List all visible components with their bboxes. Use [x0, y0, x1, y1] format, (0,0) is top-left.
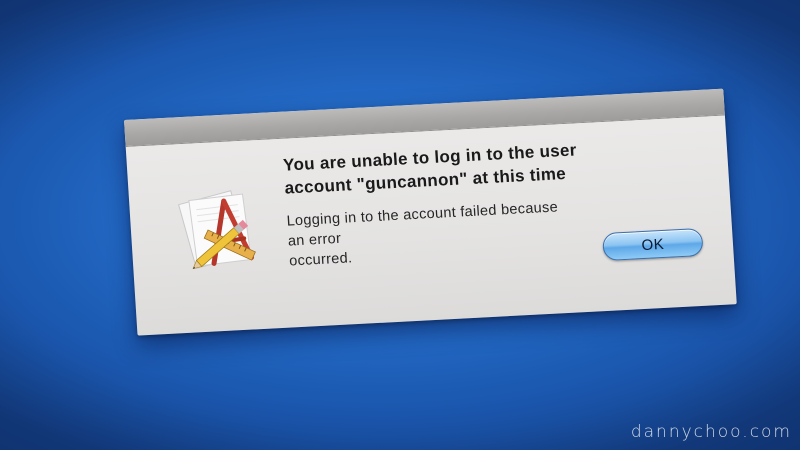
- alert-title: You are unable to log in to the user acc…: [282, 133, 684, 200]
- alert-message-line-2: occurred.: [288, 250, 353, 270]
- ok-button[interactable]: OK: [602, 227, 704, 262]
- login-error-alert: You are unable to log in to the user acc…: [124, 88, 737, 336]
- watermark-text: dannychoo.com: [630, 422, 792, 442]
- alert-message-line-1: Logging in to the account failed because…: [286, 199, 559, 250]
- alert-message: Logging in to the account failed because…: [286, 196, 579, 271]
- application-pencil-icon: [166, 183, 272, 280]
